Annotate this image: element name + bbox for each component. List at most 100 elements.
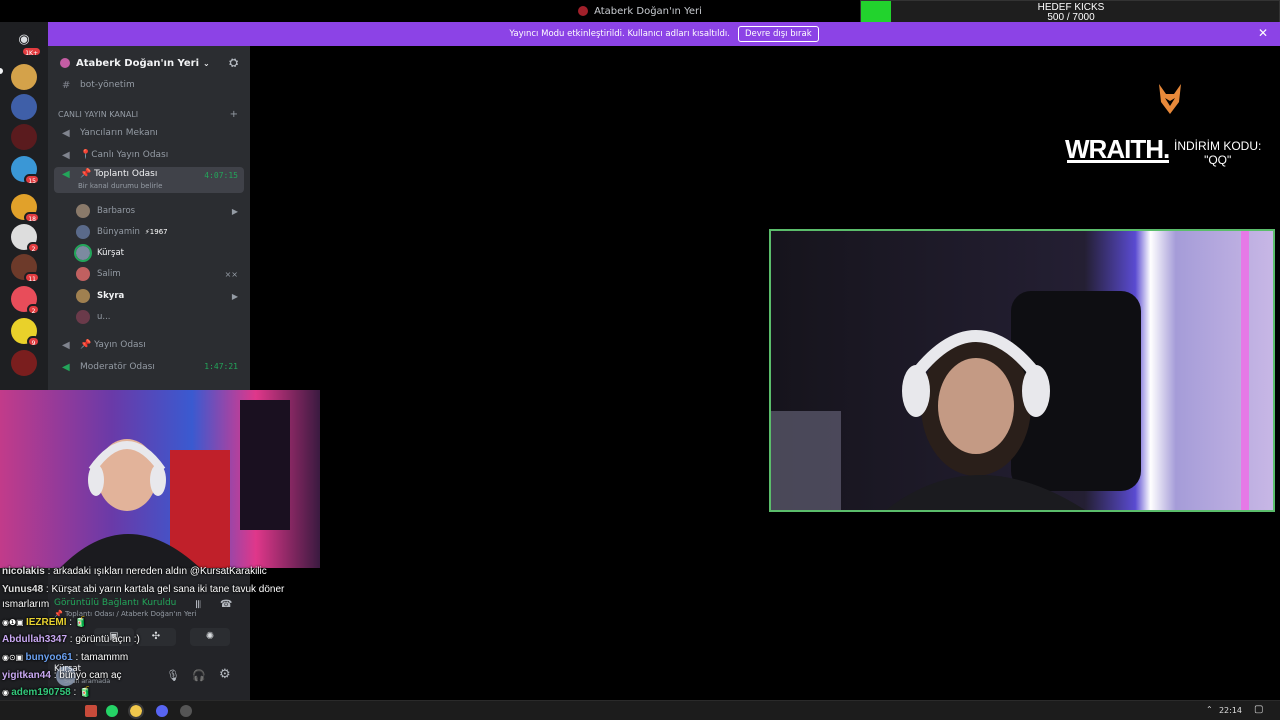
server-icon[interactable]: 11 — [11, 254, 40, 283]
voice-user[interactable]: Barbaros ▶ — [76, 202, 244, 220]
chat-text: : arkadaki ışıkları nereden aldın @Kursa… — [44, 566, 267, 577]
file-explorer-icon[interactable] — [85, 705, 97, 717]
brand-underline — [1067, 160, 1169, 163]
muted-deafened-icon: ⨯⨯ — [224, 269, 238, 279]
channel-label: Yancıların Mekanı — [80, 128, 158, 138]
user-name: Kürşat — [97, 248, 125, 258]
disconnect-icon[interactable]: ☎ — [220, 599, 232, 610]
app-icon[interactable] — [180, 705, 192, 717]
chat-message: ◉ adem190758 : 🧃 — [2, 687, 92, 698]
avatar — [74, 244, 92, 262]
promo-code: İNDİRİM KODU: "QQ" — [1174, 139, 1261, 167]
discord-icon[interactable] — [156, 705, 168, 717]
user-name: Salim — [97, 269, 121, 279]
server-badge: 18 — [24, 212, 40, 223]
chat-message: ◉⊙▣ bunyoo61 : tamammm — [2, 652, 128, 663]
channel-toplanti-odasi[interactable]: ◀ 📌 Toplantı Odası 4:07:15 Bir kanal dur… — [54, 167, 244, 193]
voice-status: Görüntülü Bağlantı Kuruldu — [54, 598, 177, 608]
server-badge: 15 — [24, 174, 40, 185]
whatsapp-icon[interactable] — [106, 705, 118, 717]
chat-message: Abdullah3347 : görüntü açın :) — [2, 634, 140, 645]
server-icon[interactable] — [11, 124, 37, 150]
voice-user[interactable]: Kürşat — [74, 244, 244, 262]
server-icon[interactable] — [11, 94, 37, 120]
user-name: Bünyamin — [97, 227, 140, 237]
channel-canli-yayin-odasi[interactable]: ◀ 📍Canlı Yayın Odası — [54, 146, 244, 164]
channel-yayin-odasi[interactable]: ◀ 📌 Yayın Odası — [54, 336, 244, 354]
home-button[interactable]: ◉ 1K+ — [11, 28, 42, 57]
chrome-icon[interactable] — [128, 703, 144, 719]
soundboard-button[interactable]: ✺ — [190, 628, 230, 646]
channel-bot-yonetim[interactable]: # bot-yönetim — [54, 76, 244, 94]
badge-icons: ◉ — [2, 688, 12, 697]
voice-user[interactable]: u... — [76, 308, 244, 326]
category-canli-yayin[interactable]: CANLI YAYIN KANALI + — [58, 107, 244, 121]
fox-logo-icon — [1159, 84, 1181, 114]
avatar — [76, 225, 90, 239]
speaker-icon: ◀ — [62, 149, 70, 161]
category-label: CANLI YAYIN KANALI — [58, 109, 139, 119]
video-icon: ▶ — [231, 291, 238, 301]
headphones-icon[interactable]: 🎧 — [192, 669, 206, 682]
badge-icons: ◉❶▣ — [2, 618, 26, 627]
discord-logo-icon: ◉ — [18, 32, 30, 47]
avatar — [76, 267, 90, 281]
server-icon[interactable] — [11, 350, 37, 376]
chat-username: Abdullah3347 — [2, 634, 68, 645]
server-icon[interactable]: 2 — [11, 286, 40, 315]
window-title: Ataberk Doğan'ın Yeri — [594, 5, 702, 17]
chat-username: Yunus48 — [2, 584, 44, 595]
banner-text: Yayıncı Modu etkinleştirildi. Kullanıcı … — [509, 29, 730, 39]
settings-gear-icon[interactable]: ⚙ — [219, 667, 231, 682]
avatar — [76, 310, 90, 324]
chat-message: Yunus48 : Kürşat abi yarın kartala gel s… — [2, 584, 284, 595]
speaker-icon: ◀ — [62, 339, 70, 351]
video-icon: ▶ — [231, 206, 238, 216]
chat-text: : görüntü açın :) — [67, 634, 140, 645]
disable-streamer-mode-button[interactable]: Devre dışı bırak — [737, 26, 819, 42]
server-badge: 2 — [27, 242, 40, 253]
chevron-down-icon: ⌄ — [203, 58, 210, 68]
guild-header[interactable]: Ataberk Doğan'ın Yeri ⌄ ⛭ — [48, 46, 250, 80]
tray-chevron-icon[interactable]: ⌃ — [1206, 705, 1213, 714]
channel-yancilarin-mekani[interactable]: ◀ Yancıların Mekanı — [54, 124, 244, 142]
channel-moderator-odasi[interactable]: ◀ Moderatör Odası 1:47:21 — [54, 358, 244, 376]
taskbar: ⌃ 22:14 ▢ — [0, 700, 1280, 720]
chat-message: nicolakis : arkadaki ışıkları nereden al… — [2, 566, 267, 577]
chat-text: : 🧃 — [70, 687, 92, 698]
chat-username: adem190758 — [11, 687, 71, 698]
noise-suppression-icon[interactable]: 𝄃𝄃 — [196, 600, 200, 611]
close-icon[interactable]: ✕ — [1258, 26, 1268, 40]
channel-label: 📌 Yayın Odası — [80, 340, 146, 350]
server-icon[interactable]: 15 — [11, 156, 40, 185]
server-icon[interactable]: 18 — [11, 194, 40, 223]
notification-icon[interactable]: ▢ — [1254, 704, 1263, 715]
chat-message: ◉❶▣ IEZREMI : 🧃 — [2, 617, 87, 628]
server-icon[interactable] — [11, 64, 37, 90]
voice-user[interactable]: Skyra ▶ — [76, 287, 244, 305]
promo-code-value: "QQ" — [1204, 153, 1232, 167]
add-member-icon[interactable]: ⛭ — [229, 56, 238, 70]
user-name: Barbaros — [97, 206, 136, 216]
chat-text: : bünyo cam aç — [50, 670, 122, 681]
guild-name: Ataberk Doğan'ın Yeri — [76, 57, 200, 69]
chat-text: : tamammm — [72, 652, 129, 663]
server-badge: 2 — [27, 304, 40, 315]
webcam-feed — [0, 390, 320, 568]
app-icon — [578, 6, 589, 16]
channel-timer: 4:07:15 — [204, 171, 238, 180]
activity-button[interactable]: ✣ — [136, 628, 176, 646]
hash-icon: # — [62, 79, 71, 91]
voice-user[interactable]: Bünyamin ⚡1967 — [76, 223, 244, 241]
badge-icons: ◉⊙▣ — [2, 653, 26, 662]
webcam-feed — [769, 229, 1275, 512]
channel-status-prompt[interactable]: Bir kanal durumu belirle — [78, 182, 162, 190]
add-channel-icon[interactable]: + — [230, 109, 238, 120]
channel-timer: 1:47:21 — [204, 362, 238, 371]
channel-label: Moderatör Odası — [80, 362, 155, 372]
server-icon[interactable]: 9 — [11, 318, 40, 347]
microphone-icon[interactable]: 🎙 — [166, 669, 180, 682]
user-tag: ⚡1967 — [144, 228, 168, 236]
server-icon[interactable]: 2 — [11, 224, 40, 253]
voice-user[interactable]: Salim ⨯⨯ — [76, 265, 244, 283]
